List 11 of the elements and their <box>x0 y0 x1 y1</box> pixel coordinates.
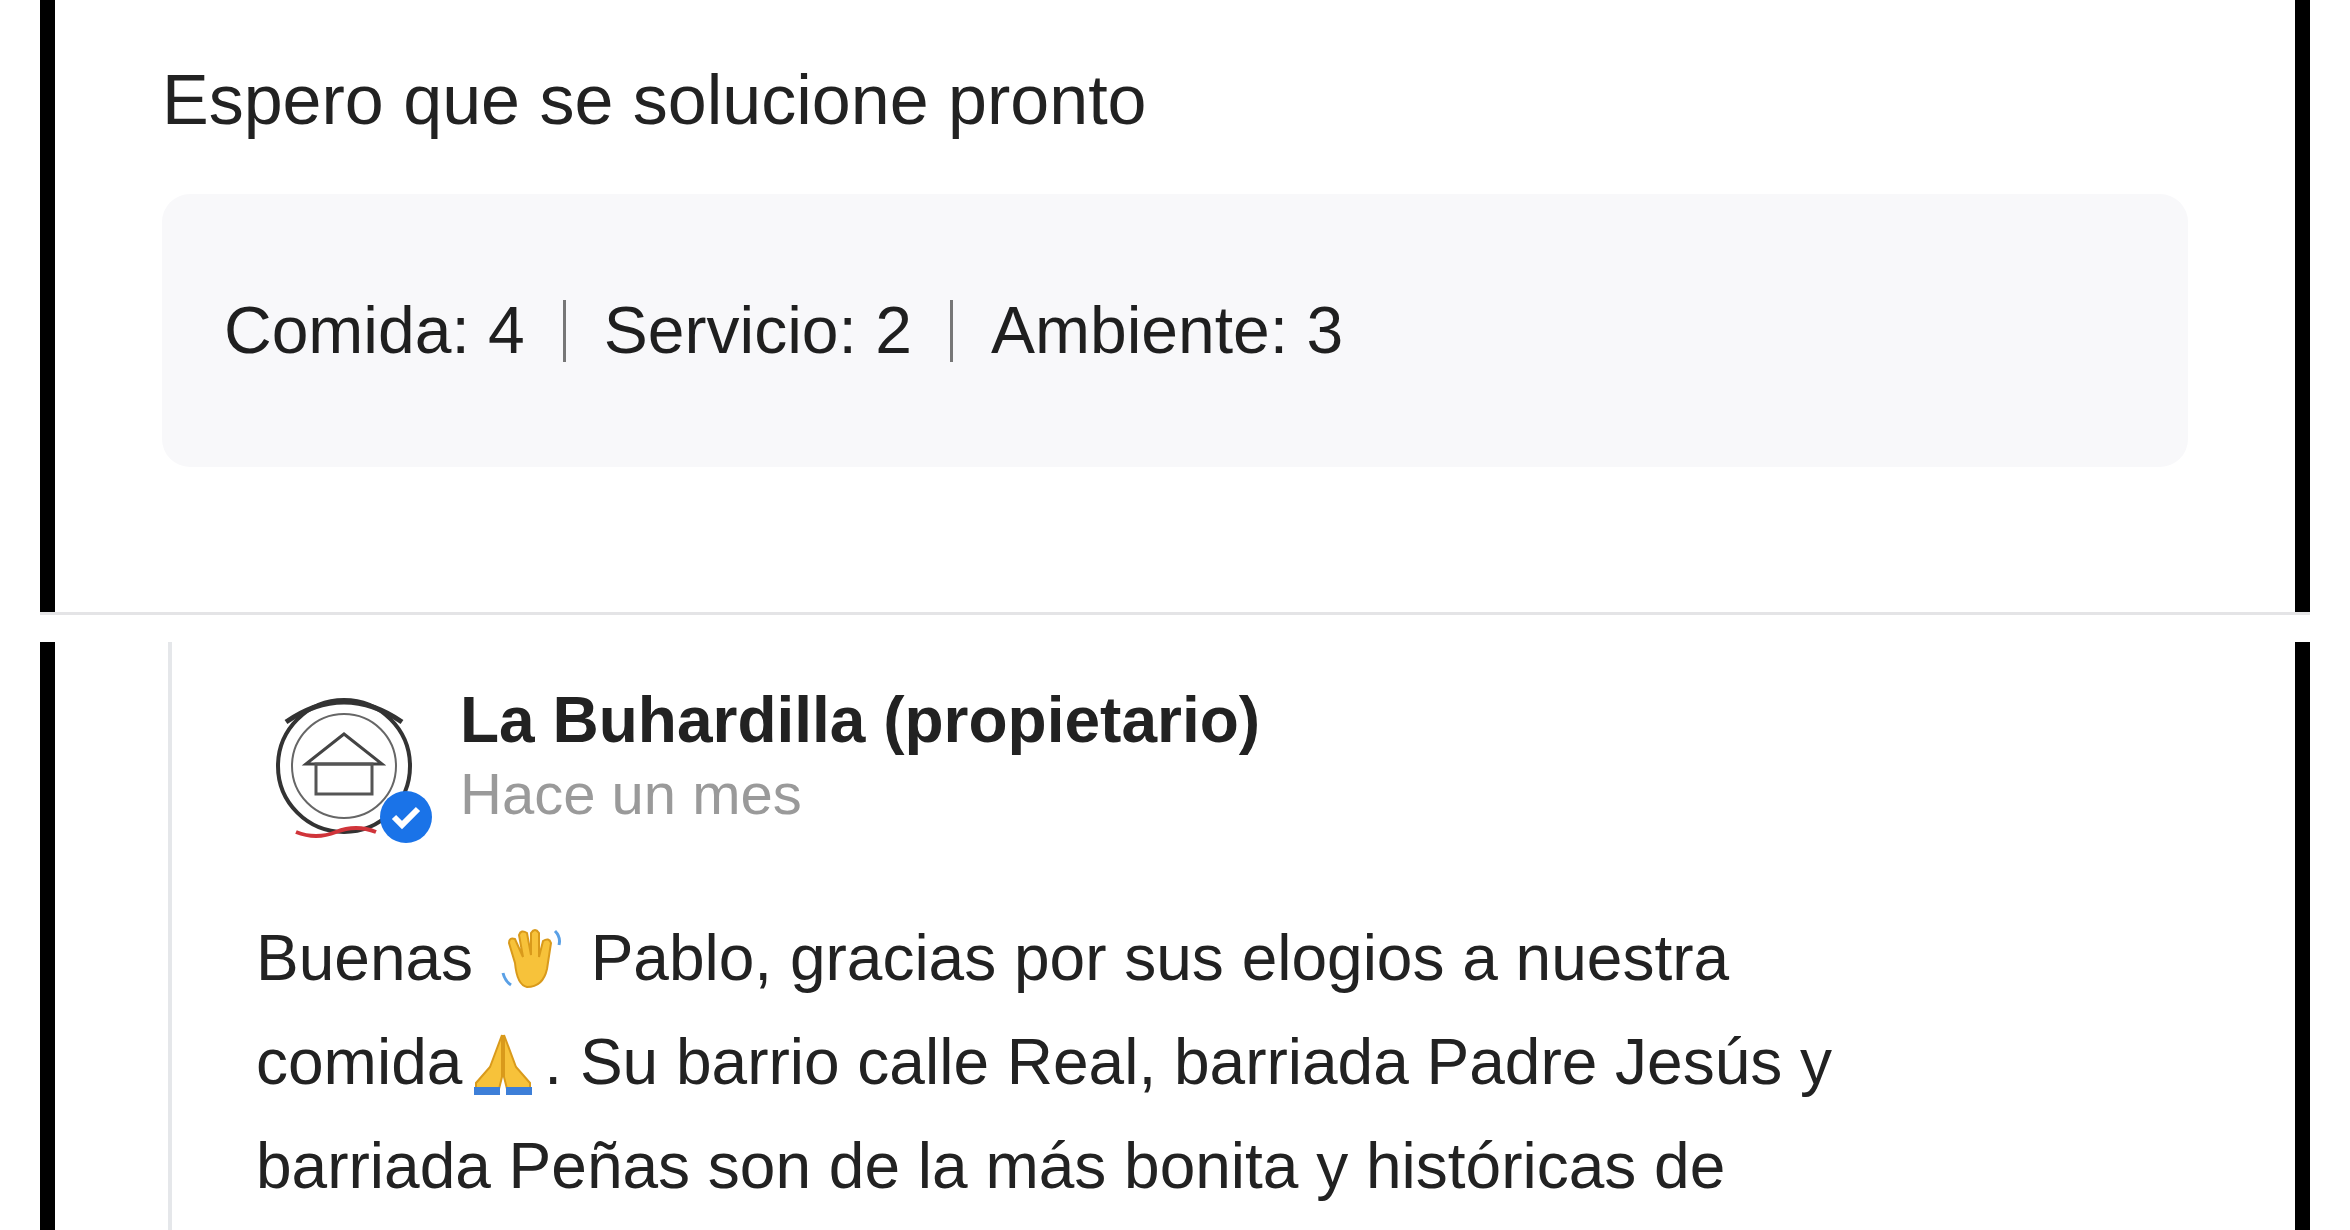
reply-text: barriada Peñas son de la más bonita y históricas de <box>256 1129 1726 1204</box>
reply-text: . Su barrio calle Real, barriada Padre Jesús y <box>544 1025 1833 1100</box>
rating-label: Ambiente: 3 <box>990 292 1344 369</box>
reply-text: comida <box>256 1025 463 1100</box>
rating-label: Comida: 4 <box>224 292 525 369</box>
reply-text: Pablo, gracias por sus elogios a nuestra <box>589 921 1730 996</box>
reply-text: Buenas <box>256 921 475 996</box>
rating-label: Servicio: 2 <box>603 292 912 369</box>
reply-time: Hace un mes <box>460 759 803 828</box>
review-text: Espero que se solucione pronto <box>162 60 1148 141</box>
author-name: La Buhardilla (propietario) <box>460 683 1261 758</box>
